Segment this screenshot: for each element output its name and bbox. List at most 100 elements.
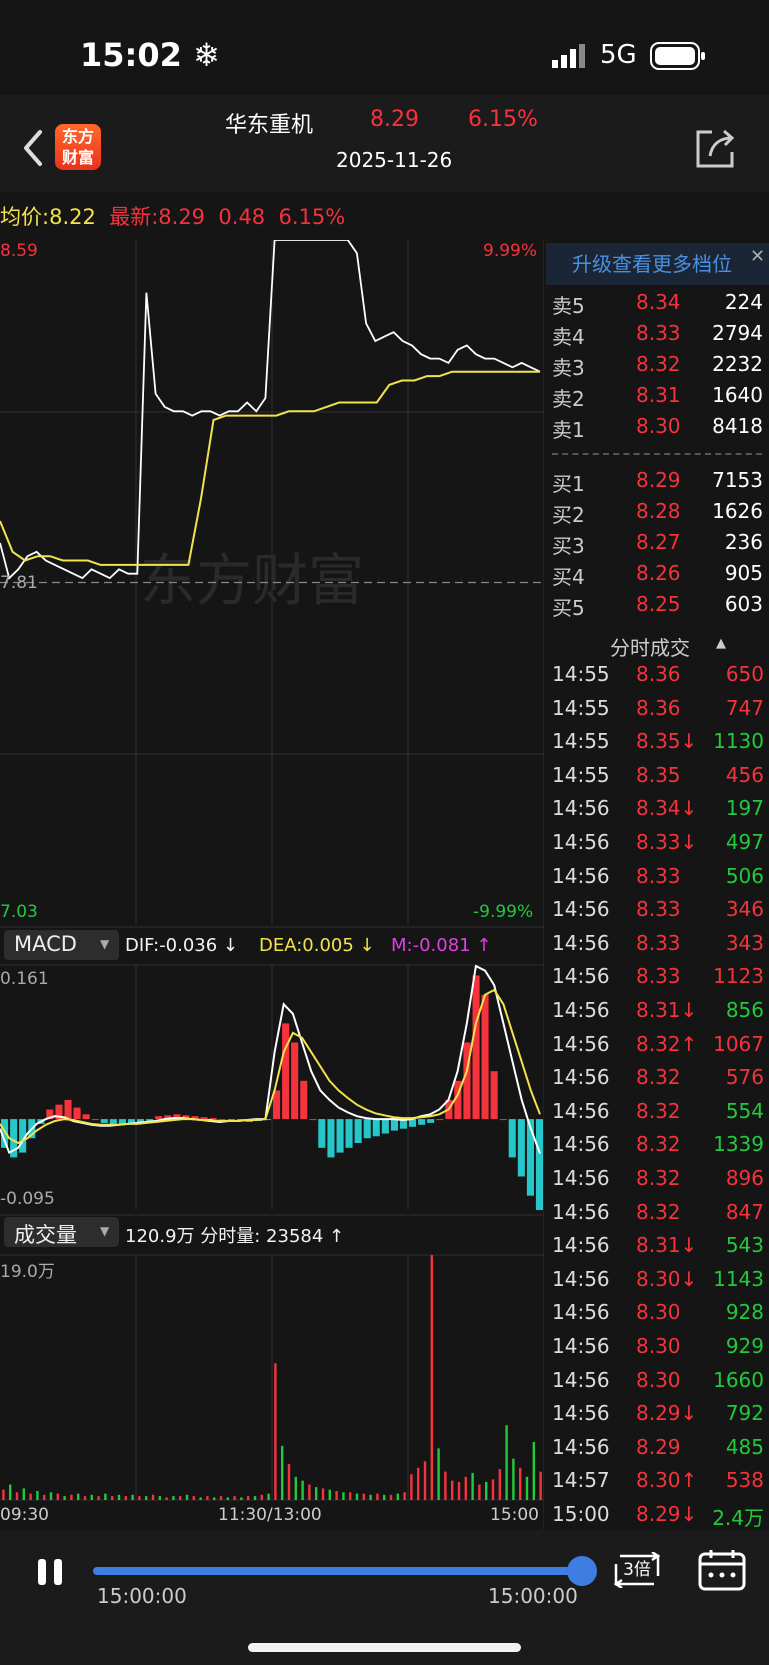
- tick-row: 14:56 8.33 1123: [550, 964, 766, 997]
- close-icon[interactable]: ✕: [750, 246, 765, 267]
- volume-bar: [274, 1363, 277, 1500]
- price-info-line: 均价:8.22 最新:8.29 0.48 6.15%: [0, 205, 346, 229]
- tick-time: 14:56: [552, 1300, 610, 1325]
- level-price: 8.34: [636, 290, 681, 314]
- level-label: 买1: [552, 472, 585, 496]
- stock-price: 8.29: [370, 107, 419, 132]
- ticks-title[interactable]: 分时成交: [610, 632, 690, 661]
- tick-price: 8.33: [636, 863, 681, 888]
- watermark: 东方财富: [140, 549, 364, 614]
- intraday-chart[interactable]: 东方财富: [0, 240, 544, 1530]
- tick-row: 14:56 8.32 576: [550, 1065, 766, 1098]
- tick-row: 14:56 8.32 554: [550, 1099, 766, 1132]
- macd-bar: [291, 1042, 299, 1120]
- tick-volume: 896: [725, 1166, 764, 1190]
- macd-selector[interactable]: MACD ▼: [4, 930, 119, 960]
- tick-row: 14:56 8.29 485: [550, 1435, 766, 1468]
- tick-price: 8.32: [636, 1065, 681, 1090]
- macd-bar: [73, 1107, 81, 1120]
- tick-volume: 1067: [713, 1031, 764, 1056]
- progress-track[interactable]: [93, 1567, 583, 1575]
- macd-bar: [218, 1119, 226, 1121]
- tick-price: 8.30: [636, 1334, 681, 1358]
- volume-bar: [138, 1496, 141, 1500]
- volume-bar: [403, 1492, 406, 1500]
- speed-button[interactable]: 3倍: [612, 1552, 662, 1588]
- tick-row: 14:56 8.33 506: [550, 864, 766, 897]
- macd-bar: [82, 1114, 90, 1120]
- volume-bar: [117, 1494, 121, 1500]
- ask-row: 卖1 8.30 8418: [550, 414, 765, 445]
- tick-time: 14:56: [552, 1199, 610, 1224]
- level-price: 8.32: [636, 352, 681, 376]
- calendar-icon[interactable]: [698, 1549, 746, 1591]
- macd-bar: [372, 1119, 380, 1137]
- macd-bar: [418, 1119, 426, 1125]
- macd-bar: [436, 1119, 444, 1121]
- volume-bar: [240, 1497, 243, 1500]
- volume-bar: [539, 1471, 542, 1500]
- level-volume: 1626: [712, 499, 763, 523]
- volume-bar: [437, 1448, 440, 1500]
- ask-row: 卖2 8.31 1640: [550, 383, 765, 414]
- level-price: 8.30: [636, 414, 681, 438]
- macd-bar: [427, 1119, 435, 1123]
- pause-icon[interactable]: [36, 1557, 66, 1587]
- tick-price: 8.32: [636, 1199, 681, 1224]
- level-label: 卖4: [552, 325, 585, 349]
- tick-volume: 506: [725, 863, 764, 888]
- tick-row: 14:56 8.32 847: [550, 1200, 766, 1233]
- macd-bar: [517, 1119, 525, 1177]
- macd-dea: DEA:0.005 ↓: [259, 935, 375, 956]
- volume-bar: [29, 1493, 32, 1500]
- volume-bar: [430, 1255, 433, 1500]
- volume-bar: [498, 1469, 501, 1500]
- chevron-down-icon: ▼: [100, 937, 110, 951]
- volume-top-label: 19.0万: [0, 1262, 55, 1282]
- tick-row: 14:56 8.30 1660: [550, 1368, 766, 1401]
- tick-time: 14:56: [552, 1334, 610, 1358]
- macd-bar: [381, 1119, 389, 1134]
- tick-price: 8.29: [636, 1434, 681, 1459]
- volume-bar: [199, 1497, 202, 1500]
- progress-knob[interactable]: [567, 1556, 597, 1586]
- level-volume: 905: [724, 561, 763, 585]
- volume-bar: [410, 1474, 413, 1500]
- tick-volume: 1143: [713, 1266, 764, 1291]
- level-price: 8.33: [636, 321, 681, 345]
- volume-bar: [90, 1494, 93, 1500]
- volume-bar: [49, 1492, 53, 1500]
- tick-volume: 343: [725, 930, 764, 955]
- tick-volume: 1339: [713, 1132, 764, 1157]
- tick-row: 14:56 8.33 343: [550, 931, 766, 964]
- upgrade-banner[interactable]: 升级查看更多档位: [546, 243, 769, 285]
- volume-bar: [124, 1496, 127, 1500]
- volume-bar: [287, 1463, 291, 1500]
- volume-bar: [70, 1494, 73, 1500]
- macd-bar: [109, 1119, 117, 1124]
- volume-selector[interactable]: 成交量 ▼: [4, 1217, 119, 1247]
- volume-bar: [308, 1484, 311, 1500]
- level-volume: 2232: [712, 352, 763, 376]
- tick-price: 8.30: [636, 1367, 681, 1392]
- volume-bar: [247, 1496, 250, 1500]
- volume-bar: [185, 1494, 189, 1500]
- price-line: [0, 240, 541, 580]
- volume-bar: [396, 1493, 399, 1500]
- volume-bar: [315, 1487, 318, 1500]
- app-logo: 东方 财富: [55, 124, 101, 170]
- tick-volume: 928: [725, 1300, 764, 1325]
- tick-volume: 856: [725, 998, 764, 1022]
- tick-volume: 1123: [713, 964, 764, 989]
- tick-time: 14:56: [552, 1166, 610, 1190]
- tick-volume: 554: [725, 1098, 764, 1123]
- back-arrow-icon[interactable]: [18, 128, 48, 168]
- macd-bar: [499, 1119, 507, 1121]
- tick-volume: 2.4万: [712, 1506, 764, 1530]
- tick-price: 8.32: [636, 1166, 681, 1190]
- macd-bar: [336, 1119, 344, 1153]
- share-icon[interactable]: [692, 126, 738, 172]
- volume-bar: [383, 1494, 386, 1500]
- volume-bar: [471, 1472, 474, 1500]
- tick-price: 8.34↓: [636, 796, 698, 821]
